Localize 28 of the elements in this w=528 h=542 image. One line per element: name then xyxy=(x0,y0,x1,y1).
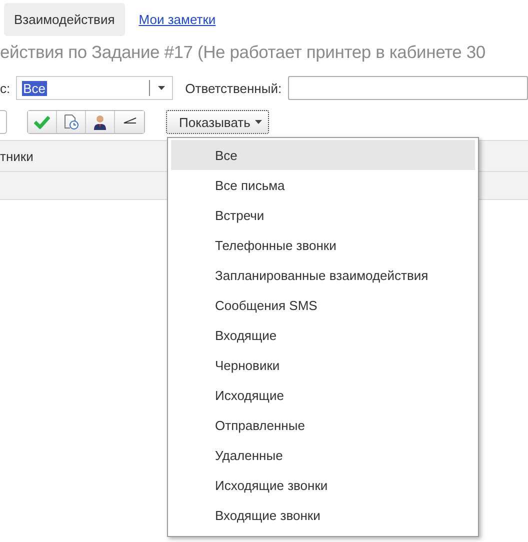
angle-icon[interactable] xyxy=(115,111,144,133)
field-label: Ответственный: xyxy=(185,80,282,96)
check-icon[interactable] xyxy=(28,111,57,133)
tab[interactable]: Взаимодействия xyxy=(4,2,125,36)
select-value: Все xyxy=(22,80,47,96)
caret-icon xyxy=(255,120,262,124)
person-icon[interactable] xyxy=(86,111,115,133)
page-title: ействия по Задание #17 (Не работает принтер в кабинете 30 xyxy=(0,41,486,64)
menu-item[interactable]: Запланированные взаимодействия xyxy=(171,260,475,290)
menu-item[interactable]: Телефонные звонки xyxy=(171,230,475,260)
menu-item[interactable]: Встречи xyxy=(171,200,475,230)
menu-item[interactable]: Исходящие xyxy=(171,380,475,410)
menu-item[interactable]: Сообщения SMS xyxy=(171,290,475,320)
column-header: тники xyxy=(0,148,34,164)
status-select[interactable]: Все xyxy=(16,76,174,100)
tab[interactable]: Мои заметки xyxy=(128,2,226,36)
menu-item[interactable]: Входящие xyxy=(171,320,475,350)
caret-icon xyxy=(158,86,165,90)
responsible-field[interactable] xyxy=(288,76,528,100)
menu-item[interactable]: Удаленные xyxy=(171,440,475,470)
menu-item[interactable]: Черновики xyxy=(171,350,475,380)
field-label: с: xyxy=(0,80,10,96)
menu-item[interactable]: Исходящие звонки xyxy=(171,470,475,500)
menu-item[interactable]: Отправленные xyxy=(171,410,475,440)
menu-item[interactable]: Входящие звонки xyxy=(171,500,475,530)
show-button[interactable]: Показывать xyxy=(166,110,270,134)
menu-item[interactable]: Все xyxy=(171,140,475,170)
document-clock-icon[interactable] xyxy=(57,111,86,133)
